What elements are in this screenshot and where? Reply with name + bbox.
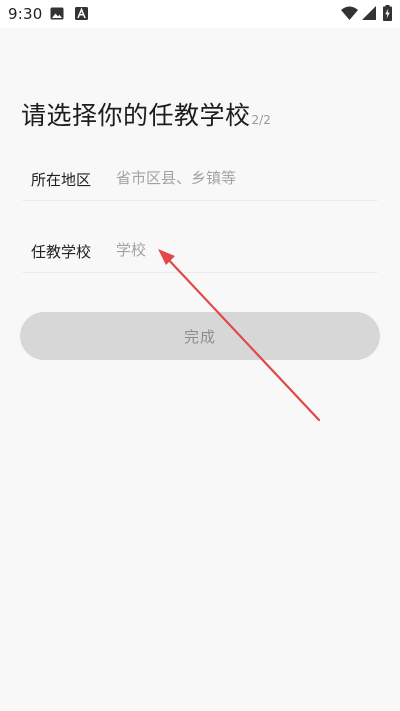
done-button-label: 完成 — [183, 327, 216, 346]
status-bar: 9:30 — [0, 0, 400, 28]
school-label: 任教学校 — [31, 243, 92, 261]
battery-charging-icon — [383, 5, 392, 21]
a-letter-icon — [75, 7, 88, 20]
page-title: 请选择你的任教学校 — [21, 101, 251, 130]
step-indicator: 2/2 — [251, 113, 271, 127]
image-icon — [50, 7, 64, 20]
region-row[interactable]: 所在地区 — [22, 156, 378, 201]
status-time: 9:30 — [8, 5, 43, 23]
page-title-row: 请选择你的任教学校2/2 — [21, 96, 271, 132]
region-label: 所在地区 — [31, 171, 92, 189]
school-row[interactable]: 任教学校 — [22, 228, 378, 273]
region-input[interactable] — [116, 165, 366, 191]
wifi-icon — [341, 6, 358, 20]
done-button[interactable]: 完成 — [20, 312, 380, 360]
signal-icon — [362, 6, 376, 20]
school-input[interactable] — [116, 237, 366, 263]
